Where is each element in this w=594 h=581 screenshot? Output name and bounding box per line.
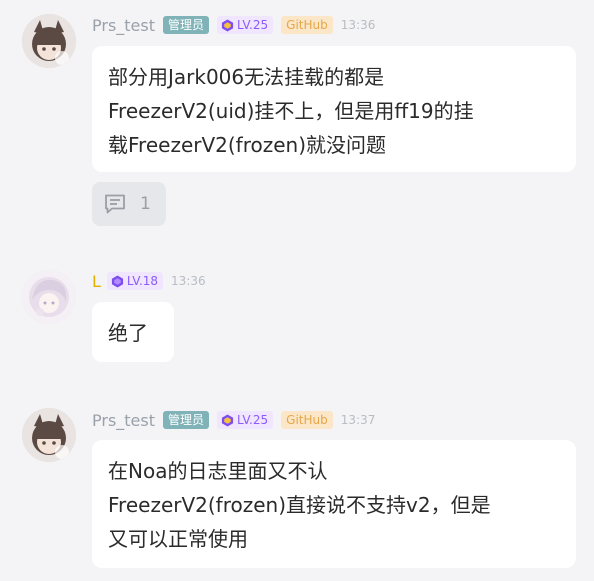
avatar[interactable] (22, 408, 76, 462)
message-bubble[interactable]: 在Noa的日志里面又不认 FreezerV2(frozen)直接说不支持v2，但… (92, 440, 576, 568)
hexagon-level-icon (221, 413, 234, 427)
avatar-image (22, 14, 76, 68)
level-text: LV.25 (237, 18, 269, 32)
message-line: 绝了 (108, 321, 148, 345)
github-badge: GitHub (281, 411, 333, 429)
message-bubble[interactable]: 部分用Jark006无法挂载的都是 FreezerV2(uid)挂不上，但是用f… (92, 46, 576, 172)
message-line: FreezerV2(uid)挂不上，但是用ff19的挂 (108, 99, 474, 123)
avatar[interactable] (22, 270, 76, 324)
message-line: FreezerV2(frozen)直接说不支持v2，但是 (108, 493, 491, 517)
message-header: Prs_test 管理员 LV.25 GitHub 13:36 (92, 14, 375, 36)
admin-badge: 管理员 (163, 16, 210, 34)
timestamp: 13:36 (171, 274, 206, 288)
timestamp: 13:37 (340, 413, 376, 427)
username[interactable]: L (92, 272, 101, 291)
username[interactable]: Prs_test (92, 16, 155, 35)
reply-count: 1 (140, 194, 151, 214)
comment-icon (105, 194, 125, 214)
message-header: Prs_test 管理员 LV.25 GitHub 13:37 (92, 409, 375, 431)
level-text: LV.25 (237, 413, 269, 427)
level-badge: LV.25 (217, 411, 274, 429)
timestamp: 13:36 (340, 18, 376, 32)
message-header: L LV.18 13:36 (92, 270, 206, 292)
hexagon-level-icon (111, 274, 124, 288)
reply-count-button[interactable]: 1 (92, 182, 166, 226)
hexagon-level-icon (221, 18, 234, 32)
message-line: 在Noa的日志里面又不认 (108, 459, 328, 483)
admin-badge: 管理员 (163, 411, 210, 429)
username[interactable]: Prs_test (92, 411, 155, 430)
avatar[interactable] (22, 14, 76, 68)
level-badge: LV.18 (106, 272, 164, 290)
level-text: LV.18 (126, 274, 159, 288)
message-line: 又可以正常使用 (108, 527, 248, 551)
message-bubble[interactable]: 绝了 (92, 302, 174, 362)
github-badge: GitHub (281, 16, 333, 34)
avatar-image (22, 408, 76, 462)
message-line: 部分用Jark006无法挂载的都是 (108, 65, 385, 89)
level-badge: LV.25 (217, 16, 274, 34)
avatar-image (22, 270, 76, 324)
message-line: 载FreezerV2(frozen)就没问题 (108, 133, 387, 157)
